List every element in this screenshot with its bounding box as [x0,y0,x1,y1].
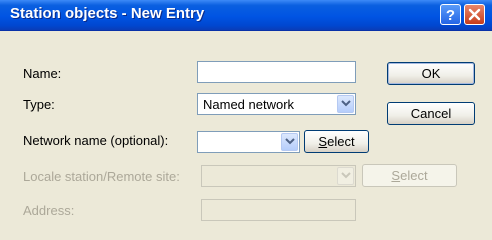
name-label: Name: [23,66,62,81]
select2-accelerator: S [391,168,401,183]
address-field[interactable] [201,199,356,221]
cancel-button[interactable]: Cancel [387,102,475,125]
type-select[interactable]: Named network [197,93,356,115]
type-value: Named network [203,97,295,112]
question-icon: ? [446,7,455,24]
type-label: Type: [23,97,55,112]
select-locale-button[interactable]: Select [362,164,457,187]
select2-label: elect [400,168,428,183]
locale-station-select[interactable] [201,165,356,187]
title-bar[interactable]: Station objects - New Entry ? [0,0,492,31]
locale-dropdown-arrow[interactable] [337,167,354,185]
network-name-label: Network name (optional): [23,133,169,148]
close-icon [468,8,481,21]
svg-text:?: ? [446,7,455,24]
type-dropdown-arrow[interactable] [337,95,354,113]
select-network-button[interactable]: Select [304,130,369,153]
chevron-down-icon [341,100,351,107]
network-name-select[interactable] [197,131,300,153]
locale-station-label: Locale station/Remote site: [23,169,180,184]
select-accelerator: S [318,134,328,149]
help-button[interactable]: ? [440,4,461,25]
network-dropdown-arrow[interactable] [281,133,298,151]
chevron-down-icon [285,138,295,145]
ok-button[interactable]: OK [387,62,475,85]
chevron-down-icon [341,172,351,179]
close-button[interactable] [464,4,485,25]
name-field[interactable] [197,61,356,83]
address-label: Address: [23,203,75,218]
dialog-title: Station objects - New Entry [10,5,205,22]
select-label: elect [327,134,355,149]
dialog-window: Station objects - New Entry ? Name: Type… [0,0,492,240]
